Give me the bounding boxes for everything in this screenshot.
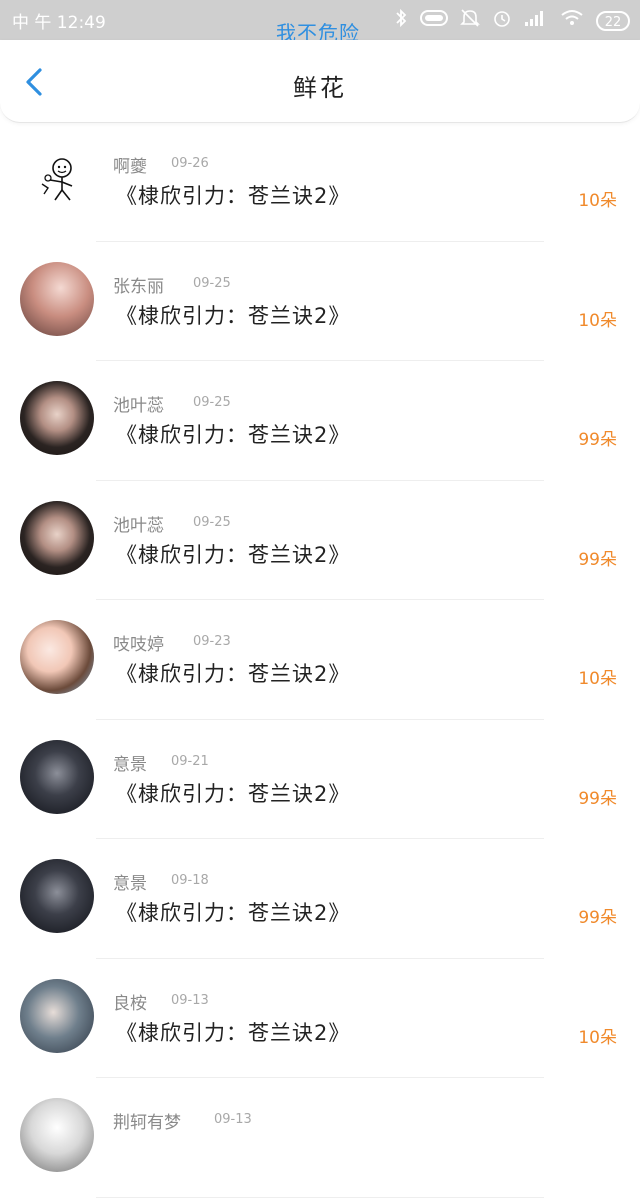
sender-name: 良桉 — [113, 993, 147, 1014]
status-bar: 中 午 12:49 我不危险 22 — [0, 0, 640, 45]
send-date: 09-25 — [193, 514, 231, 530]
avatar — [20, 261, 94, 336]
toggle-icon — [420, 9, 448, 32]
flower-count: 99朵 — [578, 908, 617, 928]
avatar — [20, 978, 94, 1053]
send-date: 09-13 — [214, 1112, 252, 1127]
book-title: 《棣欣引力：苍兰诀2》 — [116, 303, 351, 328]
book-title: 《棣欣引力：苍兰诀2》 — [116, 1020, 351, 1045]
bluetooth-icon — [394, 8, 408, 33]
send-date: 09-13 — [171, 992, 209, 1008]
flower-count: 99朵 — [578, 788, 617, 809]
page-title: 鲜花 — [293, 74, 347, 102]
list-item[interactable]: 吱吱婷 09-23 《棣欣引力：苍兰诀2》 10朵 — [0, 600, 640, 720]
battery-indicator: 22 — [596, 10, 630, 31]
list-item[interactable]: 意景 09-18 《棣欣引力：苍兰诀2》 99朵 — [0, 839, 640, 959]
avatar — [20, 620, 94, 694]
send-date: 09-18 — [171, 873, 209, 888]
book-title: 《棣欣引力：苍兰诀2》 — [116, 542, 351, 567]
send-date: 09-26 — [171, 156, 209, 171]
sender-name: 张东丽 — [113, 276, 164, 297]
sender-name: 吱吱婷 — [113, 635, 164, 655]
sender-name: 啊夔 — [113, 157, 147, 177]
flower-count: 10朵 — [578, 1027, 617, 1048]
book-title: 《棣欣引力：苍兰诀2》 — [116, 662, 351, 686]
book-title: 《棣欣引力：苍兰诀2》 — [116, 184, 351, 208]
alarm-icon — [492, 8, 512, 33]
sender-name: 意景 — [113, 874, 147, 894]
list-item[interactable]: 池叶蕊 09-25 《棣欣引力：苍兰诀2》 99朵 — [0, 481, 640, 601]
nav-bar: 鲜花 — [0, 40, 640, 123]
flower-count: 10朵 — [578, 310, 617, 331]
list-item[interactable]: 张东丽 09-25 《棣欣引力：苍兰诀2》 10朵 — [0, 242, 640, 362]
mute-icon — [460, 8, 480, 33]
flower-list: 啊夔 09-26 《棣欣引力：苍兰诀2》 10朵 张东丽 09-25 《棣欣引力… — [0, 122, 640, 1198]
send-date: 09-23 — [193, 634, 231, 649]
book-title: 《棣欣引力：苍兰诀2》 — [116, 901, 351, 925]
flower-count: 10朵 — [578, 191, 617, 211]
flower-count: 99朵 — [578, 549, 617, 570]
list-item[interactable]: 良桉 09-13 《棣欣引力：苍兰诀2》 10朵 — [0, 959, 640, 1079]
flower-count: 99朵 — [578, 430, 617, 450]
send-date: 09-21 — [171, 753, 209, 769]
avatar — [20, 1098, 94, 1172]
sender-name: 池叶蕊 — [113, 515, 164, 536]
signal-icon — [524, 9, 548, 32]
avatar — [20, 381, 94, 455]
avatar — [20, 142, 94, 216]
send-date: 09-25 — [193, 395, 231, 410]
status-time: 中 午 12:49 — [12, 13, 106, 33]
status-icons: 22 — [394, 8, 630, 33]
flower-count: 10朵 — [578, 669, 617, 689]
list-item[interactable]: 意景 09-21 《棣欣引力：苍兰诀2》 99朵 — [0, 720, 640, 840]
avatar — [20, 859, 94, 933]
book-title: 《棣欣引力：苍兰诀2》 — [116, 423, 351, 447]
book-title: 《棣欣引力：苍兰诀2》 — [116, 781, 351, 806]
sender-name: 池叶蕊 — [113, 396, 164, 416]
list-item[interactable]: 啊夔 09-26 《棣欣引力：苍兰诀2》 10朵 — [0, 122, 640, 242]
sender-name: 意景 — [113, 754, 147, 775]
wifi-icon — [560, 9, 584, 32]
list-item[interactable]: 池叶蕊 09-25 《棣欣引力：苍兰诀2》 99朵 — [0, 361, 640, 481]
avatar — [20, 739, 94, 814]
sender-name: 荆轲有梦 — [113, 1113, 181, 1133]
avatar — [20, 500, 94, 575]
send-date: 09-25 — [193, 275, 231, 291]
